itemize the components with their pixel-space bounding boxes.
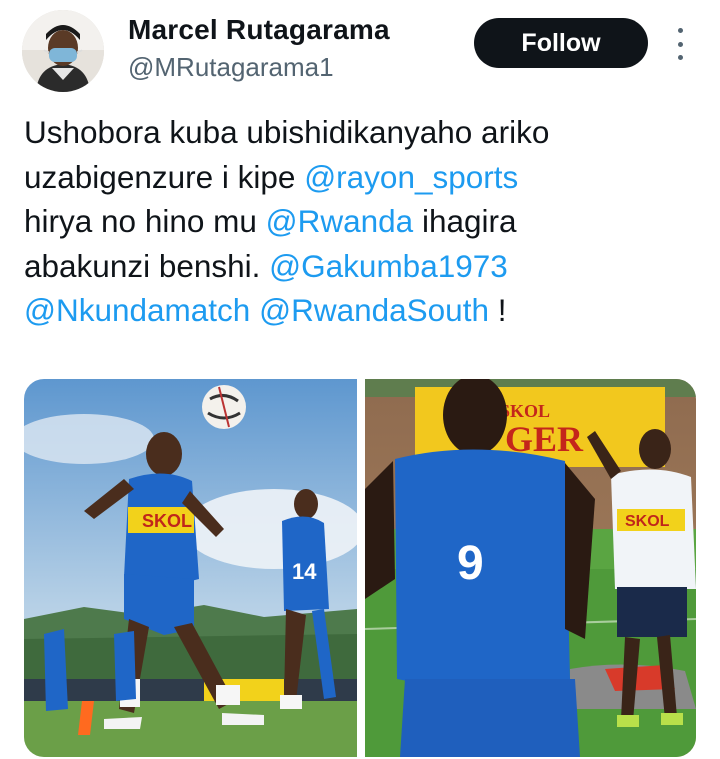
author-handle[interactable]: @MRutagarama1 (128, 52, 334, 83)
tweet-text-segment: hirya no hino mu (24, 203, 266, 239)
tweet-line: hirya no hino mu @Rwanda ihagira (24, 199, 704, 244)
more-vertical-icon[interactable] (670, 28, 690, 60)
tweet-header: Marcel Rutagarama @MRutagarama1 Follow (0, 0, 720, 100)
follow-button[interactable]: Follow (474, 18, 648, 68)
mention-link[interactable]: @Gakumba1973 (269, 248, 508, 284)
tweet-line: uzabigenzure i kipe @rayon_sports (24, 155, 704, 200)
tweet-line: @Nkundamatch @RwandaSouth ! (24, 288, 704, 333)
photo-training-right[interactable]: GER SKOL 9 SKOL (365, 379, 696, 757)
svg-text:SKOL: SKOL (625, 513, 670, 530)
author-name[interactable]: Marcel Rutagarama (128, 14, 390, 46)
training-photo-left: SKOL 14 (24, 379, 357, 757)
tweet-text-segment: uzabigenzure i kipe (24, 158, 305, 195)
training-photo-right: GER SKOL 9 SKOL (365, 379, 696, 757)
svg-text:9: 9 (457, 537, 484, 590)
tweet-text-segment: ! (488, 292, 507, 328)
tweet-line: Ushobora kuba ubishidikanyaho ariko (24, 110, 704, 155)
media-grid: SKOL 14 GER SKOL 9 SKOL (24, 379, 696, 757)
tweet-text-segment (250, 292, 259, 328)
mention-link[interactable]: @Rwanda (266, 203, 414, 239)
tweet-text: Ushobora kuba ubishidikanyaho ariko uzabi… (24, 110, 704, 333)
tweet-text-segment: abakunzi benshi. (24, 247, 270, 284)
photo-training-left[interactable]: SKOL 14 (24, 379, 357, 757)
tweet-line: abakunzi benshi. @Gakumba1973 (24, 244, 704, 289)
svg-text:14: 14 (292, 559, 317, 584)
svg-text:SKOL: SKOL (500, 401, 550, 421)
mention-link[interactable]: @RwandaSouth (259, 292, 489, 328)
mention-link[interactable]: @Nkundamatch (24, 292, 250, 328)
svg-text:SKOL: SKOL (142, 511, 192, 531)
avatar[interactable] (22, 10, 104, 92)
mention-link[interactable]: @rayon_sports (304, 159, 518, 195)
avatar-photo (22, 10, 104, 92)
tweet-text-segment: Ushobora kuba ubishidikanyaho ariko (24, 114, 550, 150)
tweet-text-segment: ihagira (413, 203, 517, 239)
